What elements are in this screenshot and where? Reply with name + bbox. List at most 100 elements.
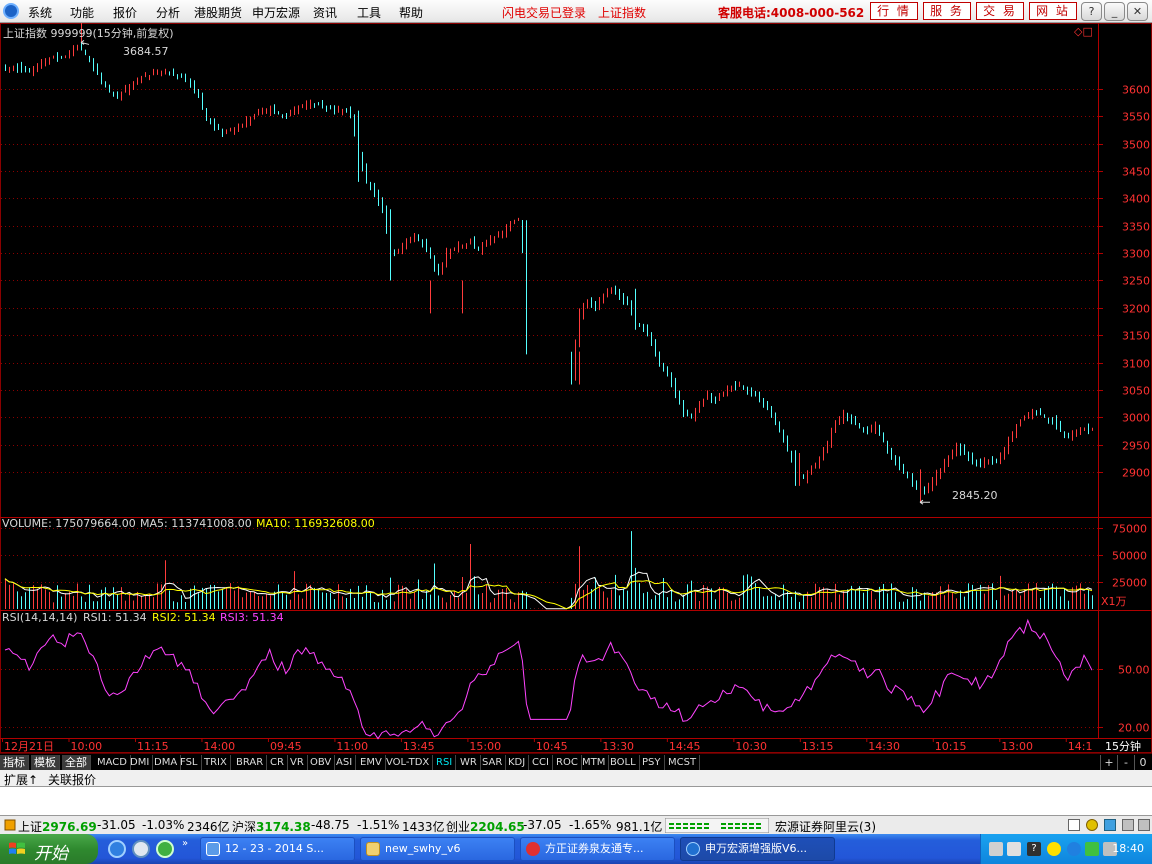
- tab-sar[interactable]: SAR: [479, 755, 507, 770]
- quicklaunch-expand-icon[interactable]: »: [182, 838, 188, 849]
- server-name[interactable]: 宏源证券阿里云(3): [775, 818, 876, 835]
- price-tick-label-3200: 3200: [1122, 303, 1150, 316]
- tab-vr[interactable]: VR: [287, 755, 308, 770]
- tab-cr[interactable]: CR: [267, 755, 288, 770]
- tab-roc[interactable]: ROC: [553, 755, 582, 770]
- price-tick-label-3500: 3500: [1122, 139, 1150, 152]
- minimize-icon[interactable]: _: [1104, 2, 1125, 21]
- tray-icon-3[interactable]: [1047, 842, 1061, 856]
- tab-dmi[interactable]: DMI: [127, 755, 154, 770]
- window-icon[interactable]: [1068, 819, 1080, 831]
- tab-indicator[interactable]: 指标: [0, 755, 29, 770]
- menu-swhy[interactable]: 申万宏源: [252, 4, 300, 21]
- tab-asi[interactable]: ASI: [333, 755, 357, 770]
- tab-vol-tdx[interactable]: VOL-TDX: [383, 755, 434, 770]
- task-label-2: new_swhy_v6: [385, 842, 461, 855]
- time-label-13: 14:30: [868, 740, 900, 753]
- tab-emv[interactable]: EMV: [357, 755, 386, 770]
- rsi-line: [4, 618, 1093, 740]
- message-icon[interactable]: [1122, 819, 1134, 831]
- website-button[interactable]: 网 站: [1029, 2, 1077, 20]
- menu-info[interactable]: 资讯: [313, 4, 337, 21]
- chart-area[interactable]: 3600 3550 3500 3450 3400 3350 3300 3250 3200 3150…: [0, 23, 1152, 753]
- menu-tools[interactable]: 工具: [357, 4, 381, 21]
- menu-help[interactable]: 帮助: [399, 4, 423, 21]
- sh-index-value: 2976.69: [42, 820, 97, 834]
- tab-cci[interactable]: CCI: [529, 755, 553, 770]
- sub-tab-bar: 扩展↑ 关联报价: [0, 770, 1152, 787]
- tab-macd[interactable]: MACD: [94, 755, 131, 770]
- zoom-in-button[interactable]: +: [1100, 755, 1117, 770]
- task-button-3[interactable]: 方正证券泉友通专...: [520, 837, 675, 861]
- tab-psy[interactable]: PSY: [639, 755, 665, 770]
- high-marker-icon: [80, 40, 90, 45]
- tab-template[interactable]: 模板: [31, 755, 60, 770]
- settings-icon[interactable]: [1138, 819, 1150, 831]
- tab-fsl[interactable]: FSL: [177, 755, 202, 770]
- time-label-2: 11:15: [137, 740, 169, 753]
- menu-analysis[interactable]: 分析: [156, 4, 180, 21]
- chrome-icon[interactable]: [156, 840, 174, 858]
- menu-quotes[interactable]: 报价: [113, 4, 137, 21]
- quotes-button[interactable]: 行 情: [870, 2, 918, 20]
- service-button[interactable]: 服 务: [923, 2, 971, 20]
- price-axis: 3600 3550 3500 3450 3400 3350 3300 3250 3200 3150…: [1098, 84, 1150, 480]
- tray-icon-1[interactable]: [989, 842, 1003, 856]
- menu-hk-futures[interactable]: 港股期货: [194, 4, 242, 21]
- tray-icon-4[interactable]: [1067, 842, 1081, 856]
- trade-button[interactable]: 交 易: [976, 2, 1024, 20]
- tray-icon-2[interactable]: [1007, 842, 1021, 856]
- hs-index-name: 沪深: [232, 820, 257, 834]
- tab-expand[interactable]: 扩展↑: [4, 771, 38, 788]
- price-tick-label-3300: 3300: [1122, 248, 1150, 261]
- low-price-label: 2845.20: [952, 489, 998, 502]
- help-icon[interactable]: ?: [1081, 2, 1102, 21]
- help-tray-icon[interactable]: ?: [1027, 842, 1041, 856]
- tab-mtm[interactable]: MTM: [579, 755, 610, 770]
- task-label-1: 12 - 23 - 2014 S...: [225, 842, 324, 855]
- antenna-icon[interactable]: [1104, 819, 1116, 831]
- tab-related-quotes[interactable]: 关联报价: [48, 771, 96, 788]
- shield-icon[interactable]: [1085, 842, 1099, 856]
- price-tick-label-3600: 3600: [1122, 84, 1150, 97]
- start-button[interactable]: 开始: [0, 834, 98, 864]
- ie-icon[interactable]: [108, 840, 126, 858]
- tab-all[interactable]: 全部: [62, 755, 91, 770]
- rsi1-label: RSI1: 51.34: [83, 611, 147, 624]
- app-logo-icon[interactable]: [3, 3, 19, 19]
- task-icon-3: [526, 842, 540, 856]
- time-label-14: 10:15: [935, 740, 967, 753]
- browser-icon[interactable]: [132, 840, 150, 858]
- lock-icon[interactable]: [1086, 819, 1098, 831]
- tab-obv[interactable]: OBV: [307, 755, 336, 770]
- tab-kdj[interactable]: KDJ: [505, 755, 530, 770]
- task-button-1[interactable]: 12 - 23 - 2014 S...: [200, 837, 355, 861]
- menu-function[interactable]: 功能: [70, 4, 94, 21]
- tab-mcst[interactable]: MCST: [665, 755, 701, 770]
- high-price-label: 3684.57: [123, 45, 169, 58]
- tab-boll[interactable]: BOLL: [607, 755, 640, 770]
- price-tick-label-2950: 2950: [1122, 440, 1150, 453]
- tab-trix[interactable]: TRIX: [201, 755, 231, 770]
- price-tick-label-3050: 3050: [1122, 385, 1150, 398]
- time-label-1: 10:00: [70, 740, 102, 753]
- sh-index-change: -31.05: [97, 818, 136, 832]
- market-icon[interactable]: [4, 819, 16, 831]
- candlestick-series: [5, 23, 1093, 505]
- tab-brar[interactable]: BRAR: [233, 755, 268, 770]
- time-label-6: 13:45: [403, 740, 435, 753]
- task-button-2[interactable]: new_swhy_v6: [360, 837, 515, 861]
- hs-index-value: 3174.38: [256, 820, 311, 834]
- volume-tick-label-75000: 75000: [1112, 523, 1147, 536]
- time-label-5: 11:00: [336, 740, 368, 753]
- reset-button[interactable]: 0: [1134, 755, 1151, 770]
- time-label-3: 14:00: [203, 740, 235, 753]
- menu-system[interactable]: 系统: [28, 4, 52, 21]
- tab-wr[interactable]: WR: [457, 755, 481, 770]
- time-label-4: 09:45: [270, 740, 302, 753]
- zoom-out-button[interactable]: -: [1117, 755, 1134, 770]
- tab-rsi[interactable]: RSI: [433, 755, 457, 770]
- task-button-4[interactable]: 申万宏源增强版V6...: [680, 837, 835, 861]
- chart-options-icon[interactable]: ◇□: [1074, 25, 1093, 38]
- close-icon[interactable]: ✕: [1127, 2, 1148, 21]
